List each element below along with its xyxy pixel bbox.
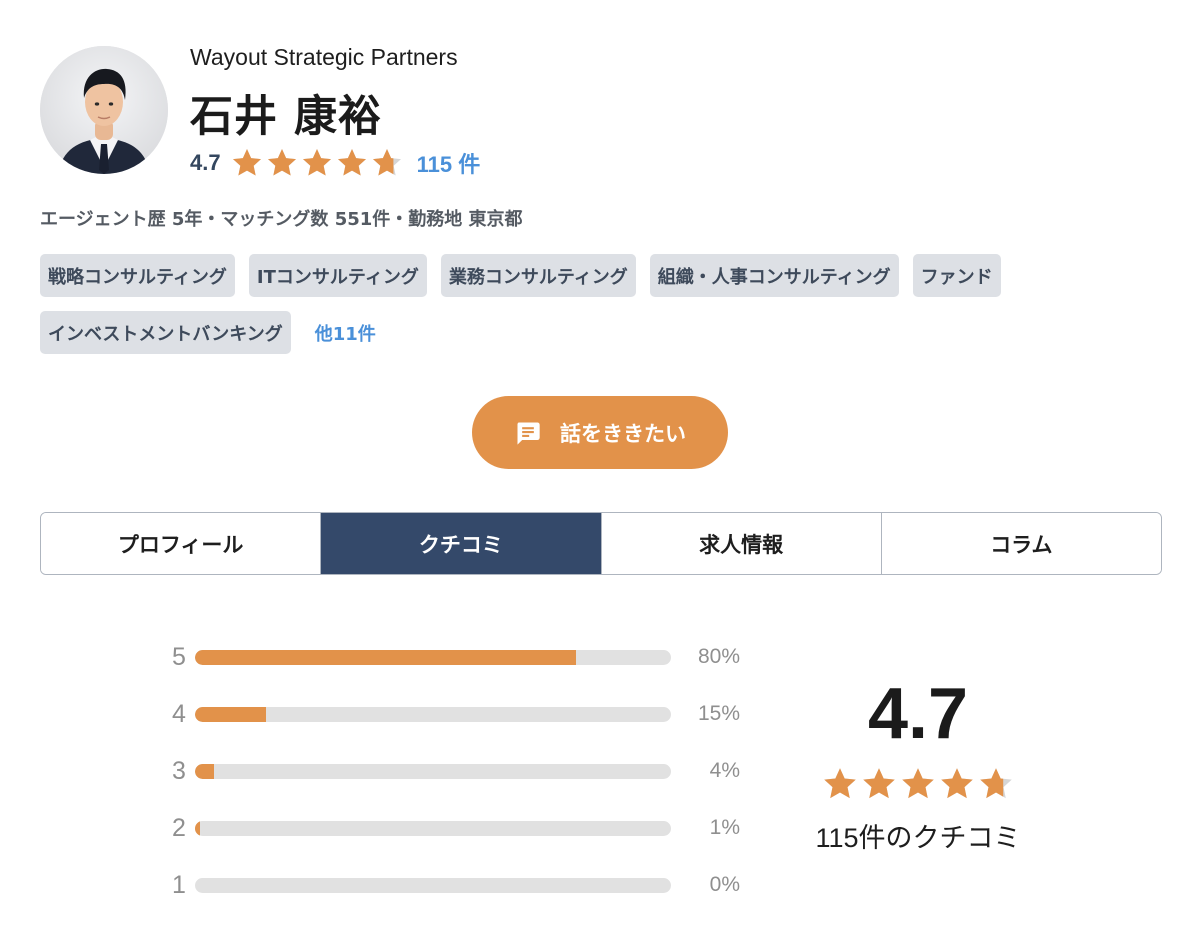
review-count-link[interactable]: 115 件: [417, 147, 481, 179]
agent-avatar: [40, 46, 168, 174]
distribution-bar-track: [195, 821, 671, 836]
distribution-percent: 4%: [709, 759, 740, 782]
distribution-star-label: 2: [172, 814, 186, 842]
star-icon: [302, 149, 331, 176]
distribution-bar-fill: [195, 764, 215, 779]
distribution-bar-fill: [195, 821, 200, 836]
distribution-row-1: 1 0%: [164, 868, 764, 925]
distribution-percent: 15%: [697, 702, 740, 725]
average-rating: 4.7: [867, 674, 969, 754]
contact-button[interactable]: 話をききたい: [472, 396, 728, 469]
distribution-row-5: 5 80%: [164, 640, 764, 697]
distribution-star-label: 4: [172, 700, 186, 728]
distribution-percent: 80%: [697, 645, 740, 668]
agent-meta: エージェント歴 5年・マッチング数 551件・勤務地 東京都: [40, 209, 523, 230]
tab-columns[interactable]: コラム: [881, 513, 1161, 574]
distribution-bar-track: [195, 650, 671, 665]
contact-button-label: 話をききたい: [560, 421, 686, 446]
star-icon: [863, 768, 895, 799]
header-star-rating: [231, 147, 403, 179]
tag-it: ITコンサルティング: [248, 254, 427, 297]
tab-reviews[interactable]: クチコミ: [321, 513, 602, 574]
company-name: Wayout Strategic Partners: [190, 44, 458, 70]
rating-distribution: 5 80% 4 15% 3 4% 2 1% 1 0%: [164, 640, 764, 925]
star-icon: [980, 768, 1012, 799]
distribution-bar-track: [195, 707, 671, 722]
tag-operations: 業務コンサルティング: [440, 254, 636, 297]
distribution-bar-track: [195, 878, 671, 893]
distribution-row-2: 2 1%: [164, 811, 764, 868]
more-tags-link[interactable]: 他11件: [315, 311, 376, 354]
distribution-percent: 1%: [709, 816, 740, 839]
review-total: 115件のクチコミ: [815, 823, 1021, 853]
tag-fund: ファンド: [912, 254, 1001, 297]
tab-jobs[interactable]: 求人情報: [601, 513, 882, 574]
star-icon: [902, 768, 934, 799]
distribution-bar-fill: [195, 650, 576, 665]
star-icon: [337, 149, 366, 176]
header-rating: 4.7 115 件: [190, 146, 480, 180]
distribution-bar-track: [195, 764, 671, 779]
tag-hr: 組織・人事コンサルティング: [649, 254, 899, 297]
star-icon: [824, 768, 856, 799]
agent-name: 石井 康裕: [190, 92, 382, 142]
profile-tabs: プロフィール クチコミ 求人情報 コラム: [40, 512, 1162, 575]
distribution-star-label: 5: [172, 643, 186, 671]
distribution-star-label: 3: [172, 757, 186, 785]
specialty-tags: 戦略コンサルティング ITコンサルティング 業務コンサルティング 組織・人事コン…: [40, 254, 1170, 368]
header-rating-score: 4.7: [190, 150, 221, 175]
tab-profile[interactable]: プロフィール: [41, 513, 322, 574]
tag-strategy: 戦略コンサルティング: [40, 254, 235, 297]
star-icon: [372, 149, 401, 176]
tag-investment-banking: インベストメントバンキング: [40, 311, 291, 354]
distribution-percent: 0%: [709, 873, 740, 896]
distribution-bar-fill: [195, 707, 267, 722]
star-icon: [267, 149, 296, 176]
distribution-row-3: 3 4%: [164, 754, 764, 811]
distribution-star-label: 1: [172, 871, 186, 899]
distribution-row-4: 4 15%: [164, 697, 764, 754]
chat-bubble-icon: [517, 422, 540, 445]
summary-star-rating: [800, 766, 1036, 802]
star-icon: [941, 768, 973, 799]
star-icon: [232, 149, 261, 176]
rating-summary: 4.7 115件のクチコミ: [800, 672, 1036, 855]
